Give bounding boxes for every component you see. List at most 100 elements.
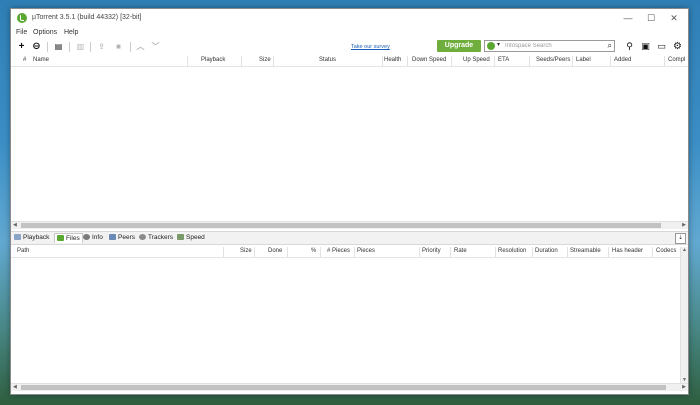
upgrade-button[interactable]: Upgrade: [437, 40, 481, 52]
scroll-up-icon[interactable]: ▲: [682, 247, 687, 253]
search-input[interactable]: [505, 41, 597, 51]
torrent-list-scrollbar[interactable]: ◀ ▶: [11, 221, 688, 229]
col-codecs[interactable]: Codecs: [656, 248, 676, 254]
files-list-vscrollbar[interactable]: ▲ ▼: [680, 247, 688, 383]
col-size[interactable]: Size: [259, 57, 271, 63]
search-icon[interactable]: ⌕: [608, 41, 612, 51]
col-status[interactable]: Status: [319, 57, 336, 63]
minimize-button[interactable]: —: [618, 12, 638, 24]
column-divider: [494, 56, 495, 66]
scroll-right-icon[interactable]: ▶: [682, 222, 686, 228]
col-label[interactable]: Label: [576, 57, 591, 63]
col-pieces[interactable]: Pieces: [357, 248, 375, 254]
settings-gear-icon[interactable]: ⚙: [671, 40, 684, 53]
tab-info[interactable]: Info: [83, 233, 103, 243]
add-url-link-icon[interactable]: ⊖: [30, 40, 43, 53]
maximize-button[interactable]: ☐: [641, 12, 661, 24]
scroll-left-icon[interactable]: ◀: [13, 384, 17, 390]
column-divider: [419, 247, 420, 257]
toolbar-separator: [90, 42, 91, 52]
col-has-header[interactable]: Has header: [612, 248, 643, 254]
column-divider: [532, 247, 533, 257]
move-up-icon[interactable]: ︿: [134, 40, 147, 53]
torrent-list[interactable]: [11, 67, 688, 221]
col-up-speed[interactable]: Up Speed: [463, 57, 490, 63]
column-divider: [254, 247, 255, 257]
add-torrent-button[interactable]: +: [15, 40, 28, 53]
scroll-right-icon[interactable]: ▶: [682, 384, 686, 390]
files-icon: [57, 235, 64, 241]
tab-peers[interactable]: Peers: [109, 233, 135, 243]
column-divider: [529, 56, 530, 66]
chat-icon[interactable]: ▣: [639, 40, 652, 53]
scrollbar-thumb[interactable]: [21, 385, 666, 390]
toolbar-separator: [130, 42, 131, 52]
col-duration[interactable]: Duration: [535, 248, 558, 254]
toolbar: + ⊖ ▤ ▥ ⇪ ■ ︿ ﹀ Take our survey Upgrade …: [11, 39, 688, 55]
column-divider: [287, 247, 288, 257]
col-eta[interactable]: ETA: [498, 57, 509, 63]
column-divider: [241, 56, 242, 66]
scroll-left-icon[interactable]: ◀: [13, 222, 17, 228]
files-list-scrollbar[interactable]: ◀ ▶: [11, 383, 688, 391]
col-playback[interactable]: Playback: [201, 57, 225, 63]
create-torrent-icon[interactable]: ▤: [52, 40, 65, 53]
col-percent[interactable]: %: [311, 248, 316, 254]
window-title: µTorrent 3.5.1 (build 44332) [32-bit]: [32, 14, 142, 21]
remove-torrent-icon[interactable]: ▥: [74, 40, 87, 53]
col-path[interactable]: Path: [17, 248, 29, 254]
pin-icon[interactable]: ⚲: [623, 40, 636, 53]
col-name[interactable]: Name: [33, 57, 49, 63]
torrent-list-header: # Name Playback Size Status Health Down …: [11, 56, 688, 67]
col-seeds-peers[interactable]: Seeds/Peers: [536, 57, 570, 63]
tab-speed[interactable]: Speed: [177, 233, 205, 243]
column-divider: [223, 247, 224, 257]
column-divider: [664, 56, 665, 66]
start-torrent-icon[interactable]: ⇪: [95, 40, 108, 53]
menu-options[interactable]: Options: [33, 29, 57, 36]
close-button[interactable]: ✕: [664, 12, 684, 24]
remote-monitor-icon[interactable]: ▭: [655, 40, 668, 53]
col-rate[interactable]: Rate: [454, 248, 467, 254]
column-divider: [382, 56, 383, 66]
files-list-header: Path Size Done % # Pieces Pieces Priorit…: [11, 247, 680, 258]
playback-icon: [14, 234, 21, 240]
toolbar-separator: [69, 42, 70, 52]
trackers-icon: [139, 234, 146, 240]
move-down-icon[interactable]: ﹀: [149, 40, 162, 53]
column-divider: [354, 247, 355, 257]
col-streamable[interactable]: Streamable: [570, 248, 601, 254]
col-num-pieces[interactable]: # Pieces: [327, 248, 350, 254]
tab-label: Playback: [23, 234, 50, 241]
col-done[interactable]: Done: [268, 248, 282, 254]
search-provider-dropdown-icon[interactable]: ▾: [497, 41, 500, 48]
stop-torrent-icon[interactable]: ■: [112, 40, 125, 53]
column-divider: [495, 247, 496, 257]
column-divider: [320, 247, 321, 257]
survey-link[interactable]: Take our survey: [351, 44, 390, 50]
toolbar-separator: [47, 42, 48, 52]
col-down-speed[interactable]: Down Speed: [412, 57, 446, 63]
col-priority[interactable]: Priority: [422, 248, 441, 254]
utorrent-logo-icon: [17, 13, 27, 23]
menu-file[interactable]: File: [16, 29, 27, 36]
col-added[interactable]: Added: [614, 57, 631, 63]
tab-label: Trackers: [148, 234, 174, 241]
search-provider-icon[interactable]: [487, 42, 495, 50]
tab-playback[interactable]: Playback: [14, 233, 49, 243]
col-completed[interactable]: Compl: [668, 57, 685, 63]
column-divider: [567, 247, 568, 257]
column-divider: [187, 56, 188, 66]
column-divider: [451, 56, 452, 66]
files-list[interactable]: [11, 258, 680, 383]
col-number[interactable]: #: [23, 57, 26, 63]
col-health[interactable]: Health: [384, 57, 401, 63]
tab-label: Files: [66, 235, 80, 242]
col-resolution[interactable]: Resolution: [498, 248, 526, 254]
menu-help[interactable]: Help: [64, 29, 78, 36]
scrollbar-thumb[interactable]: [21, 223, 661, 228]
tab-trackers[interactable]: Trackers: [139, 233, 173, 243]
tab-files[interactable]: Files: [54, 233, 83, 243]
collapse-panel-button[interactable]: ⇣: [675, 233, 686, 244]
col-size[interactable]: Size: [240, 248, 252, 254]
